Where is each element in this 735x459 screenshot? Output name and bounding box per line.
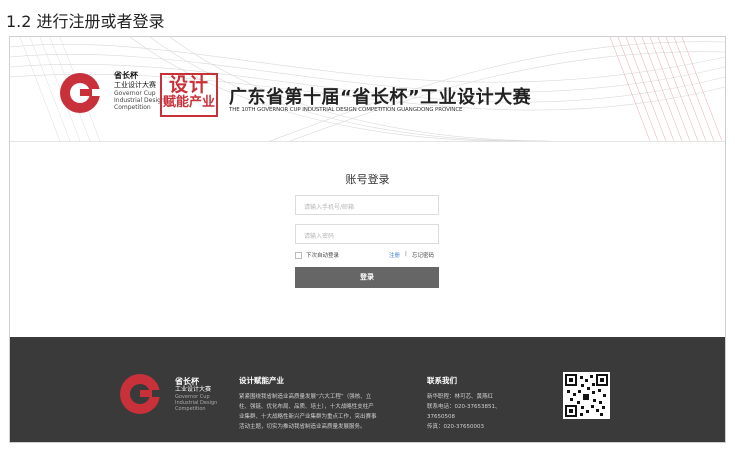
- auto-login-checkbox[interactable]: [295, 252, 302, 259]
- event-subtitle: THE 10TH GOVERNOR CUP INDUSTRIAL DESIGN …: [229, 107, 463, 113]
- qr-code-icon: [563, 372, 610, 419]
- footer-about-line: 活动主题，切实为推动我省制造业高质量发展服务。: [239, 424, 366, 430]
- footer: 省长杯 工业设计大赛 Governor Cup Industrial Desig…: [10, 337, 725, 442]
- footer-contact-line: 传真：020-37650003: [427, 424, 484, 430]
- footer-cup-text: 省长杯 工业设计大赛 Governor Cup Industrial Desig…: [175, 377, 217, 412]
- event-title: 广东省第十届“省长杯”工业设计大赛: [229, 87, 532, 108]
- footer-about-text: 紧紧围绕我省制造业高质量发展“六大工程”（强核、立 柱、强链、优化布局、品质、培…: [239, 392, 409, 432]
- register-link[interactable]: 注册: [389, 251, 400, 259]
- footer-g-logo-icon: [120, 374, 162, 414]
- footer-contact: 联系我们 新华职程：林可芯、黄燕红 联系电话：020-37653851、 376…: [427, 375, 537, 432]
- auto-login-label: 下次自动登录: [306, 253, 340, 259]
- forgot-password-link[interactable]: 忘记密码: [412, 251, 434, 259]
- footer-cup-en-3: Competition: [175, 406, 206, 412]
- footer-cup-name-2: 工业设计大赛: [175, 386, 212, 393]
- footer-contact-text: 新华职程：林可芯、黄燕红 联系电话：020-37653851、 37650508…: [427, 392, 537, 432]
- cup-en-1: Governor Cup: [114, 90, 156, 97]
- footer-cup-name: 省长杯: [175, 377, 199, 386]
- cup-logo-text: 省长杯 工业设计大赛 Governor Cup Industrial Desig…: [114, 71, 165, 111]
- login-button[interactable]: 登录: [295, 267, 439, 288]
- cup-en-3: Competition: [114, 104, 151, 111]
- password-input[interactable]: 请输入密码: [295, 224, 439, 244]
- slogan-line-2: 赋能产业: [162, 95, 215, 110]
- header-banner: 省长杯 工业设计大赛 Governor Cup Industrial Desig…: [10, 37, 725, 142]
- footer-about-title: 设计赋能产业: [239, 376, 284, 385]
- link-separator: |: [405, 251, 407, 257]
- footer-about-line: 紧紧围绕我省制造业高质量发展“六大工程”（强核、立: [239, 394, 372, 400]
- footer-contact-line: 37650508: [427, 414, 455, 420]
- login-title: 账号登录: [345, 173, 390, 186]
- footer-contact-line: 新华职程：林可芯、黄燕红: [427, 394, 494, 400]
- footer-about-line: 业集群、十大战略性新兴产业集群为重点工作，突出赛事: [239, 414, 377, 420]
- cup-name-2: 工业设计大赛: [114, 81, 156, 89]
- footer-contact-line: 联系电话：020-37653851、: [427, 404, 501, 410]
- login-options: 下次自动登录 注册 | 忘记密码: [295, 251, 439, 261]
- browser-page: 省长杯 工业设计大赛 Governor Cup Industrial Desig…: [9, 36, 726, 443]
- footer-about: 设计赋能产业 紧紧围绕我省制造业高质量发展“六大工程”（强核、立 柱、强链、优化…: [239, 375, 409, 432]
- username-input[interactable]: 请输入手机号/邮箱: [295, 195, 439, 215]
- doc-heading: 1.2 进行注册或者登录: [6, 12, 165, 31]
- footer-contact-title: 联系我们: [427, 376, 457, 385]
- cup-name: 省长杯: [114, 71, 138, 80]
- g-logo-icon: [60, 73, 102, 113]
- slogan-badge: 设计 赋能产业: [160, 73, 218, 117]
- cup-en-2: Industrial Design: [114, 97, 165, 104]
- footer-about-line: 柱、强链、优化布局、品质、培土），十大战略性支柱产: [239, 404, 374, 410]
- slogan-line-1: 设计: [168, 74, 209, 96]
